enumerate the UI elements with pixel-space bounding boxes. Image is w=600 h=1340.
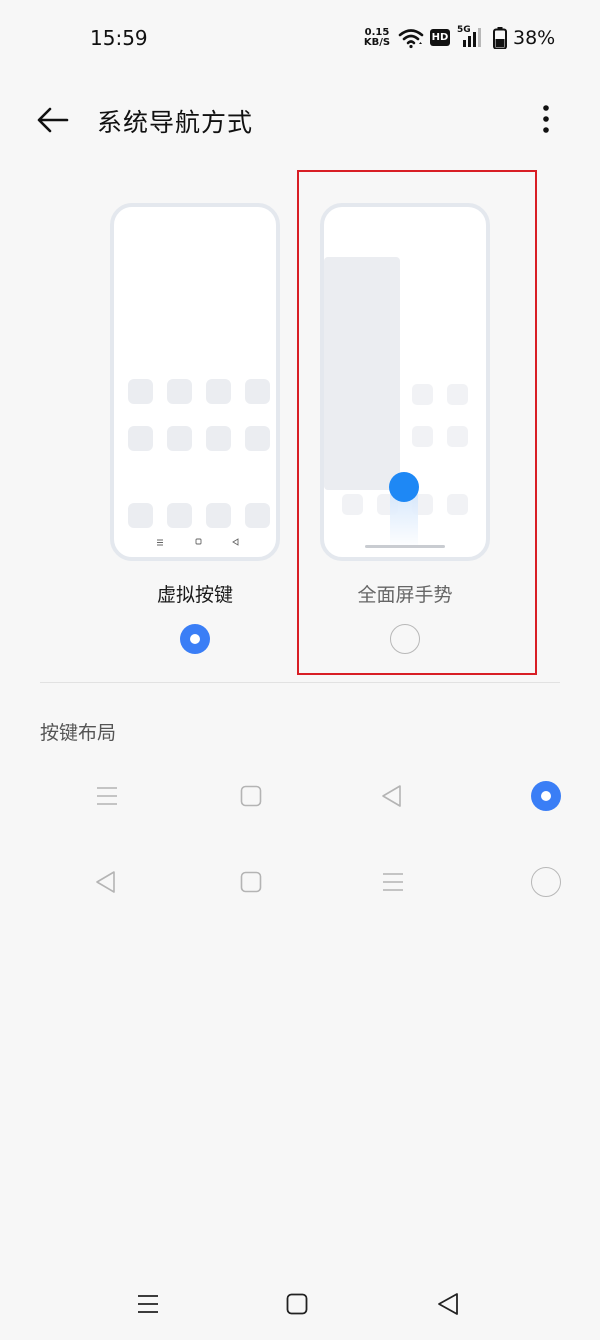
- back-button[interactable]: [30, 100, 76, 140]
- radio-button-unselected[interactable]: [531, 867, 561, 897]
- virtual-keys-preview: [110, 203, 280, 561]
- nav-option-label: 虚拟按键: [156, 584, 233, 606]
- button-layout-row-2[interactable]: [40, 856, 570, 908]
- square-icon: [240, 785, 262, 807]
- recents-button[interactable]: [128, 1284, 168, 1324]
- nav-option-gestures[interactable]: 全面屏手势: [315, 200, 495, 660]
- wifi-icon: [398, 29, 424, 49]
- menu-icon: [138, 1295, 158, 1313]
- button-layout-row-1[interactable]: [40, 770, 570, 822]
- menu-icon: [97, 787, 117, 805]
- system-navigation-bar: [0, 1270, 600, 1340]
- battery-icon: [493, 27, 507, 49]
- nav-option-label: 全面屏手势: [357, 584, 453, 606]
- radio-button-selected[interactable]: [180, 624, 210, 654]
- cellular-signal-icon: 5G: [457, 26, 487, 48]
- menu-icon: [383, 873, 403, 891]
- nav-option-virtual-keys[interactable]: 虚拟按键: [105, 200, 285, 660]
- radio-button-selected[interactable]: [531, 781, 561, 811]
- page-title: 系统导航方式: [97, 108, 254, 137]
- divider: [40, 682, 560, 683]
- status-time: 15:59: [90, 26, 148, 50]
- hd-badge: HD: [430, 29, 450, 46]
- more-vertical-icon: [543, 105, 549, 133]
- section-header: 按键布局: [40, 722, 117, 744]
- radio-button-unselected[interactable]: [390, 624, 420, 654]
- home-button[interactable]: [277, 1284, 317, 1324]
- triangle-back-icon: [382, 785, 401, 807]
- network-speed: 0.15 KB/S: [362, 28, 392, 48]
- arrow-left-icon: [37, 107, 69, 133]
- triangle-back-icon: [96, 871, 115, 893]
- status-bar: 15:59 0.15 KB/S HD 5G 38%: [0, 0, 600, 70]
- hd-badge-label: HD: [431, 32, 449, 43]
- square-icon: [286, 1293, 308, 1315]
- gestures-preview: [320, 203, 490, 561]
- network-speed-unit: KB/S: [363, 37, 391, 48]
- back-nav-button[interactable]: [428, 1284, 468, 1324]
- more-options-button[interactable]: [532, 102, 560, 138]
- square-icon: [240, 871, 262, 893]
- triangle-back-icon: [438, 1293, 458, 1315]
- battery-percentage: 38%: [513, 27, 556, 49]
